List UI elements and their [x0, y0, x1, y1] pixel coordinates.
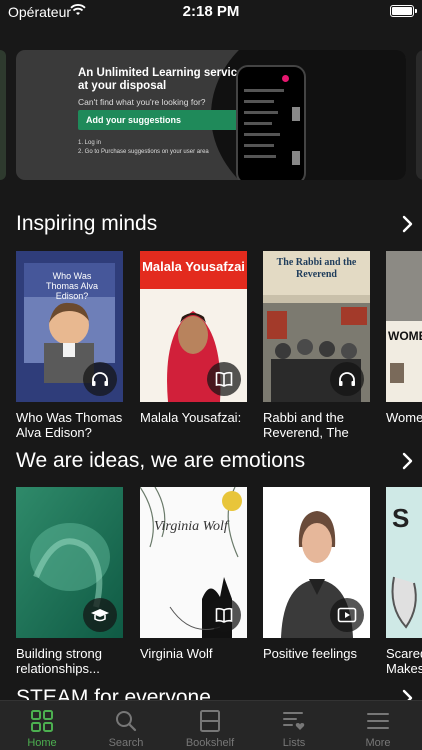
- edison-cover-title: Who Was Thomas Alva Edison?: [45, 271, 99, 301]
- search-icon: [116, 711, 137, 732]
- banner-next-peek[interactable]: [416, 50, 422, 180]
- book-icon: [207, 362, 241, 396]
- banner-previous-peek[interactable]: [0, 50, 6, 180]
- home-grid-icon: [31, 710, 53, 732]
- tab-more[interactable]: More: [336, 701, 420, 750]
- book-caption-scared-text: Scared Makes: [386, 646, 422, 676]
- malala-cover-title: Malala Yousafzai: [142, 259, 245, 274]
- promo-banner[interactable]: An Unlimited Learning service at your di…: [16, 50, 406, 180]
- banner-step-2: 2. Go to Purchase suggestions on your us…: [78, 149, 209, 155]
- women-cover-title: WOME: [388, 329, 422, 343]
- video-cover-positive-feelings[interactable]: [263, 487, 370, 638]
- bookshelf-icon: [200, 710, 220, 732]
- tab-lists[interactable]: Lists: [252, 701, 336, 750]
- book-caption-malala[interactable]: Malala Yousafzai:: [140, 410, 252, 425]
- course-cover-building-relationships[interactable]: [16, 487, 123, 638]
- status-bar: Opérateur 2:18 PM: [0, 0, 422, 24]
- bottom-tab-bar: Home Search Bookshelf Lists More: [0, 700, 422, 750]
- book-cover-edison[interactable]: Who Was Thomas Alva Edison?: [16, 251, 123, 402]
- book-cover-virginia-wolf[interactable]: Virginia Wolf: [140, 487, 247, 638]
- tab-home-label: Home: [27, 737, 57, 749]
- section-title-inspiring-minds[interactable]: Inspiring minds: [16, 212, 157, 236]
- book-caption-scared[interactable]: Scared Makes: [386, 646, 422, 676]
- headphones-icon: [83, 362, 117, 396]
- battery-icon: [390, 5, 417, 17]
- tab-more-label: More: [365, 737, 391, 749]
- section-title-ideas-emotions[interactable]: We are ideas, we are emotions: [16, 449, 305, 473]
- tab-search-label: Search: [108, 737, 144, 749]
- tab-home[interactable]: Home: [0, 701, 84, 750]
- women-cover-art: [386, 251, 422, 402]
- phone-mockup-image: [236, 65, 306, 180]
- book-icon: [207, 598, 241, 632]
- banner-steps: 1. Log in 2. Go to Purchase suggestions …: [78, 139, 209, 157]
- rabbi-cover-title: The Rabbi and the Reverend: [276, 257, 357, 280]
- tab-lists-label: Lists: [282, 737, 306, 749]
- add-suggestions-button[interactable]: Add your suggestions: [78, 110, 238, 130]
- chevron-right-icon[interactable]: [400, 452, 414, 470]
- book-cover-scared[interactable]: S: [386, 487, 422, 638]
- tab-bookshelf-label: Bookshelf: [185, 737, 235, 749]
- virginia-wolf-cover-title: Virginia Wolf: [154, 519, 228, 534]
- banner-title: An Unlimited Learning service at your di…: [78, 67, 244, 92]
- book-caption-rabbi-reverend[interactable]: Rabbi and the Reverend, The: [263, 410, 375, 440]
- book-caption-women[interactable]: Wome: [386, 410, 422, 425]
- banner-subtitle: Can't find what you're looking for?: [78, 97, 206, 107]
- book-caption-edison[interactable]: Who Was Thomas Alva Edison?: [16, 410, 128, 440]
- video-caption-positive-feelings[interactable]: Positive feelings: [263, 646, 375, 661]
- headphones-icon: [330, 362, 364, 396]
- scared-cover-title: S: [392, 503, 410, 533]
- lists-icon: [283, 712, 305, 730]
- banner-step-1: 1. Log in: [78, 140, 102, 146]
- tab-search[interactable]: Search: [84, 701, 168, 750]
- menu-icon: [367, 713, 389, 729]
- book-cover-women[interactable]: WOME: [386, 251, 422, 402]
- play-icon: [330, 598, 364, 632]
- book-cover-rabbi-reverend[interactable]: The Rabbi and the Reverend: [263, 251, 370, 402]
- tab-bookshelf[interactable]: Bookshelf: [168, 701, 252, 750]
- chevron-right-icon[interactable]: [400, 215, 414, 233]
- book-cover-malala[interactable]: Malala Yousafzai: [140, 251, 247, 402]
- book-caption-virginia-wolf[interactable]: Virginia Wolf: [140, 646, 252, 661]
- graduation-cap-icon: [83, 598, 117, 632]
- course-caption-building-relationships[interactable]: Building strong relationships...: [16, 646, 128, 676]
- status-time: 2:18 PM: [182, 3, 240, 20]
